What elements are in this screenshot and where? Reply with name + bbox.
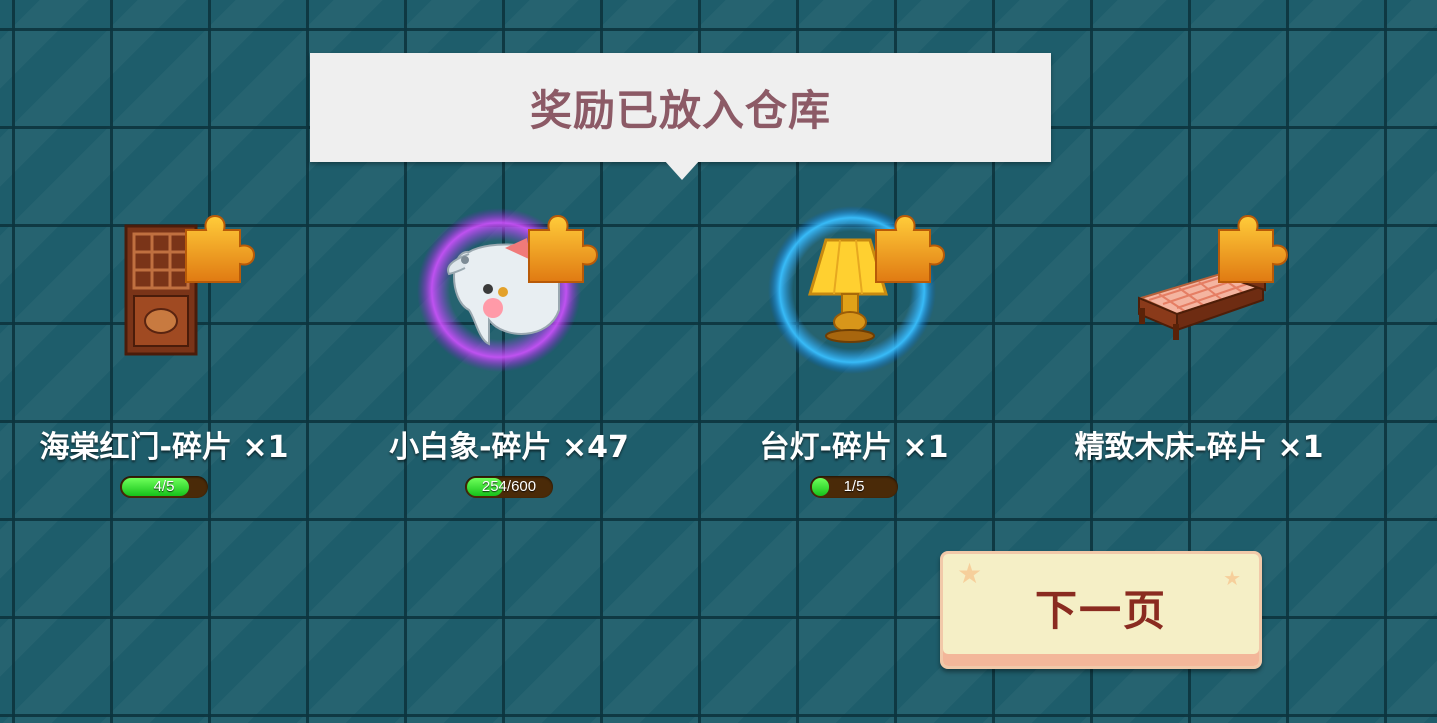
progress-text: 1/5 bbox=[843, 478, 865, 495]
reward-item: 海棠红门-碎片 ×1 4/5 bbox=[14, 190, 314, 510]
table-lamp-icon bbox=[754, 190, 954, 390]
fragment-progress-bar: 254/600 bbox=[465, 476, 553, 498]
fragment-progress-bar: 4/5 bbox=[120, 476, 208, 498]
progress-text: 254/600 bbox=[481, 478, 537, 495]
reward-name: 精致木床-碎片 ×1 bbox=[1074, 430, 1324, 465]
next-page-label: 下一页 bbox=[1034, 585, 1167, 635]
reward-name: 小白象-碎片 ×47 bbox=[389, 430, 629, 465]
banner-title: 奖励已放入仓库 bbox=[529, 86, 831, 135]
reward-banner: 奖励已放入仓库 bbox=[310, 53, 1051, 162]
red-wooden-door-icon bbox=[64, 190, 264, 390]
banner-pointer bbox=[664, 160, 700, 180]
progress-text: 4/5 bbox=[153, 478, 175, 495]
reward-item: 精致木床-碎片 ×1 bbox=[1049, 190, 1349, 510]
white-elephant-icon bbox=[409, 190, 609, 390]
star-decoration-icon: ★ bbox=[957, 557, 983, 590]
reward-name: 台灯-碎片 ×1 bbox=[759, 430, 949, 465]
next-page-button[interactable]: ★ ★ 下一页 bbox=[940, 551, 1262, 669]
reward-item: 台灯-碎片 ×1 1/5 bbox=[704, 190, 1004, 510]
fragment-progress-bar: 1/5 bbox=[810, 476, 898, 498]
reward-name: 海棠红门-碎片 ×1 bbox=[39, 430, 289, 465]
puzzle-piece-icon bbox=[1218, 215, 1288, 283]
star-decoration-icon: ★ bbox=[1223, 566, 1241, 590]
reward-item: 小白象-碎片 ×47 254/600 bbox=[359, 190, 659, 510]
wooden-bed-icon bbox=[1099, 190, 1299, 390]
